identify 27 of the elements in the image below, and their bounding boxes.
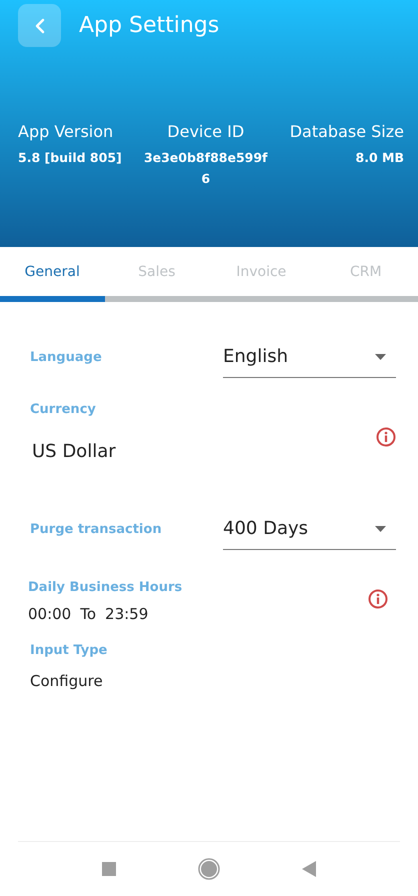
setting-label: Input Type (30, 643, 108, 658)
back-icon[interactable] (302, 861, 316, 877)
setting-label: Language (30, 350, 103, 364)
setting-label: Currency (30, 402, 97, 417)
dropdown-arrow-icon (375, 526, 386, 532)
setting-value: Configure (30, 672, 103, 690)
to-label: To (80, 605, 96, 623)
info-icon[interactable] (376, 427, 396, 447)
stat-label: Database Size (290, 122, 404, 141)
dropdown-field[interactable]: English (223, 336, 396, 378)
home-icon[interactable] (198, 858, 220, 880)
stat-value: 5.8 [build 805] (18, 149, 122, 167)
end-time[interactable]: 23:59 (105, 605, 148, 623)
stat-label: App Version (18, 122, 114, 141)
page-title: App Settings (79, 13, 220, 38)
setting-label: Purge transaction (30, 522, 163, 536)
setting-value: US Dollar (32, 441, 116, 462)
setting-label: Daily Business Hours (28, 580, 182, 595)
dropdown-arrow-icon (375, 354, 386, 360)
start-time[interactable]: 00:00 (28, 605, 72, 623)
info-icon[interactable] (368, 588, 388, 608)
chevron-left-icon (34, 18, 44, 34)
stat-value: 3e3e0b8f88e599f6 (142, 149, 268, 188)
stat-value: 8.0 MB (356, 149, 404, 167)
dropdown-field[interactable]: 400 Days (223, 508, 396, 550)
stat-label: Device ID (167, 122, 244, 141)
back-button[interactable] (18, 4, 61, 47)
